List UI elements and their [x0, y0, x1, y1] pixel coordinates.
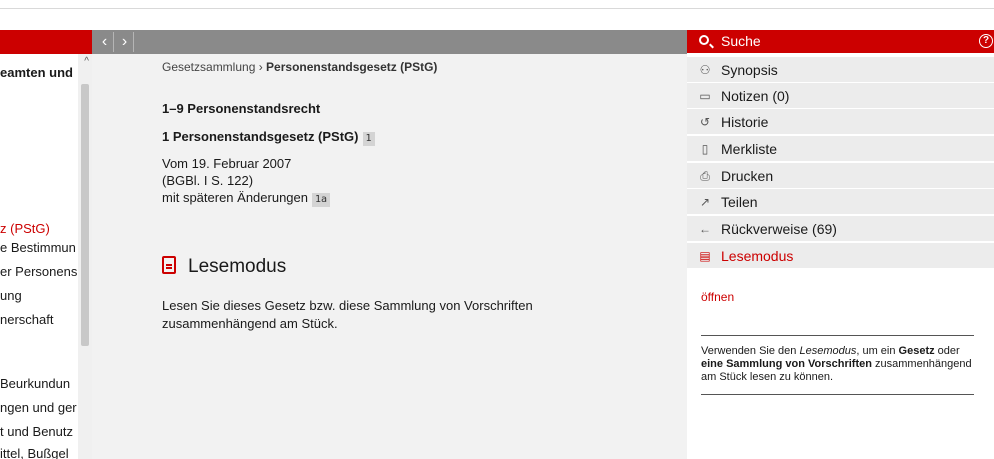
toc-item[interactable]: Beurkundun: [0, 376, 78, 391]
divider: [701, 394, 974, 395]
toc-item[interactable]: ung: [0, 288, 78, 303]
changes-line: mit späteren Änderungen 1a: [162, 189, 331, 207]
toc-item[interactable]: e Bestimmun: [0, 240, 78, 255]
info-bold: Gesetz: [898, 345, 935, 357]
lesemodus-info: Verwenden Sie den Lesemodus, um ein Gese…: [701, 345, 981, 384]
date-line: Vom 19. Februar 2007: [162, 156, 292, 171]
breadcrumb-current: Personenstandsgesetz (PStG): [266, 60, 438, 74]
document-icon: ▤: [699, 249, 711, 263]
previous-button[interactable]: ‹: [96, 32, 114, 52]
toc-item[interactable]: t und Benutz: [0, 424, 78, 439]
search-icon: [699, 35, 709, 45]
menu-item-synopsis[interactable]: ⚇ Synopsis: [687, 57, 994, 83]
menu-item-label: Rückverweise (69): [721, 221, 837, 237]
top-border: [0, 0, 994, 9]
search-button[interactable]: Suche ?: [687, 30, 994, 53]
lesemodus-heading: Lesemodus: [162, 256, 286, 278]
next-button[interactable]: ›: [116, 32, 134, 52]
menu-item-label: Teilen: [721, 194, 758, 210]
toc-scroll-thumb[interactable]: [81, 84, 89, 346]
document-toolbar: ‹ ›: [92, 30, 687, 54]
menu-item-label: Synopsis: [721, 62, 778, 78]
document-content: 1–9 Personenstandsrecht 1 Personenstands…: [92, 80, 687, 459]
search-label: Suche: [721, 33, 761, 49]
history-icon: ↺: [699, 115, 711, 129]
toc-item[interactable]: nerschaft: [0, 312, 78, 327]
info-text: , um ein: [856, 345, 899, 357]
menu-item-lesemodus[interactable]: ▤ Lesemodus: [687, 243, 994, 269]
info-bold: eine Sammlung von Vorschriften: [701, 358, 872, 370]
comment-icon: ▭: [699, 89, 711, 103]
toc-header-bar: [0, 30, 92, 54]
menu-item-label: Notizen (0): [721, 88, 790, 104]
breadcrumb-separator: ›: [255, 60, 267, 74]
changes-text: mit späteren Änderungen: [162, 190, 308, 205]
bookmark-icon: ▯: [701, 142, 709, 156]
section-title: 1–9 Personenstandsrecht: [162, 101, 321, 116]
menu-item-teilen[interactable]: ↗ Teilen: [687, 189, 994, 215]
menu-item-label: Historie: [721, 114, 769, 130]
toc-item-active[interactable]: z (PStG): [0, 221, 78, 236]
menu-item-label: Drucken: [721, 168, 774, 184]
info-text: Verwenden Sie den: [701, 345, 800, 357]
menu-item-drucken[interactable]: ⎙ Drucken: [687, 163, 994, 189]
law-meta: Vom 19. Februar 2007 (BGBl. I S. 122) mi…: [162, 155, 331, 207]
tools-panel: Suche ? ⚇ Synopsis ▭ Notizen (0) ↺ Histo…: [687, 30, 994, 459]
back-arrow-icon: ←: [699, 222, 711, 236]
print-icon: ⎙: [700, 169, 710, 183]
law-title-text: 1 Personenstandsgesetz (PStG): [162, 129, 359, 144]
info-emphasis: Lesemodus: [799, 345, 857, 357]
lesemodus-heading-text: Lesemodus: [188, 256, 287, 277]
toc-item[interactable]: er Personens: [0, 264, 78, 279]
breadcrumb: Gesetzsammlung › Personenstandsgesetz (P…: [92, 54, 687, 80]
document-icon: [162, 256, 176, 274]
toc-tree: ^ eamten und z (PStG) e Bestimmun er Per…: [0, 30, 92, 459]
toc-item[interactable]: ittel, Bußgel: [0, 446, 78, 459]
source-line: (BGBl. I S. 122): [162, 173, 254, 188]
divider: [701, 335, 974, 336]
open-link[interactable]: öffnen: [701, 290, 734, 304]
law-title: 1 Personenstandsgesetz (PStG) 1: [162, 129, 375, 146]
synopsis-icon: ⚇: [699, 63, 711, 77]
toc-item[interactable]: ngen und ger: [0, 400, 78, 415]
footnote-badge[interactable]: 1: [362, 132, 375, 146]
toc-item[interactable]: eamten und: [0, 65, 78, 80]
share-icon: ↗: [699, 195, 711, 209]
help-icon[interactable]: ?: [979, 34, 993, 48]
menu-item-label: Merkliste: [721, 141, 778, 157]
menu-item-notizen[interactable]: ▭ Notizen (0): [687, 83, 994, 109]
info-text: oder: [934, 345, 960, 357]
menu-item-historie[interactable]: ↺ Historie: [687, 109, 994, 135]
footnote-badge[interactable]: 1a: [311, 193, 331, 207]
menu-item-rueckverweise[interactable]: ← Rückverweise (69): [687, 216, 994, 242]
lesemodus-panel: öffnen Verwenden Sie den Lesemodus, um e…: [687, 270, 994, 459]
breadcrumb-root[interactable]: Gesetzsammlung: [162, 60, 255, 74]
lesemodus-description: Lesen Sie dieses Gesetz bzw. diese Samml…: [162, 298, 533, 331]
menu-item-label: Lesemodus: [721, 248, 794, 264]
menu-item-merkliste[interactable]: ▯ Merkliste: [687, 136, 994, 162]
scroll-up-icon[interactable]: ^: [84, 57, 89, 67]
